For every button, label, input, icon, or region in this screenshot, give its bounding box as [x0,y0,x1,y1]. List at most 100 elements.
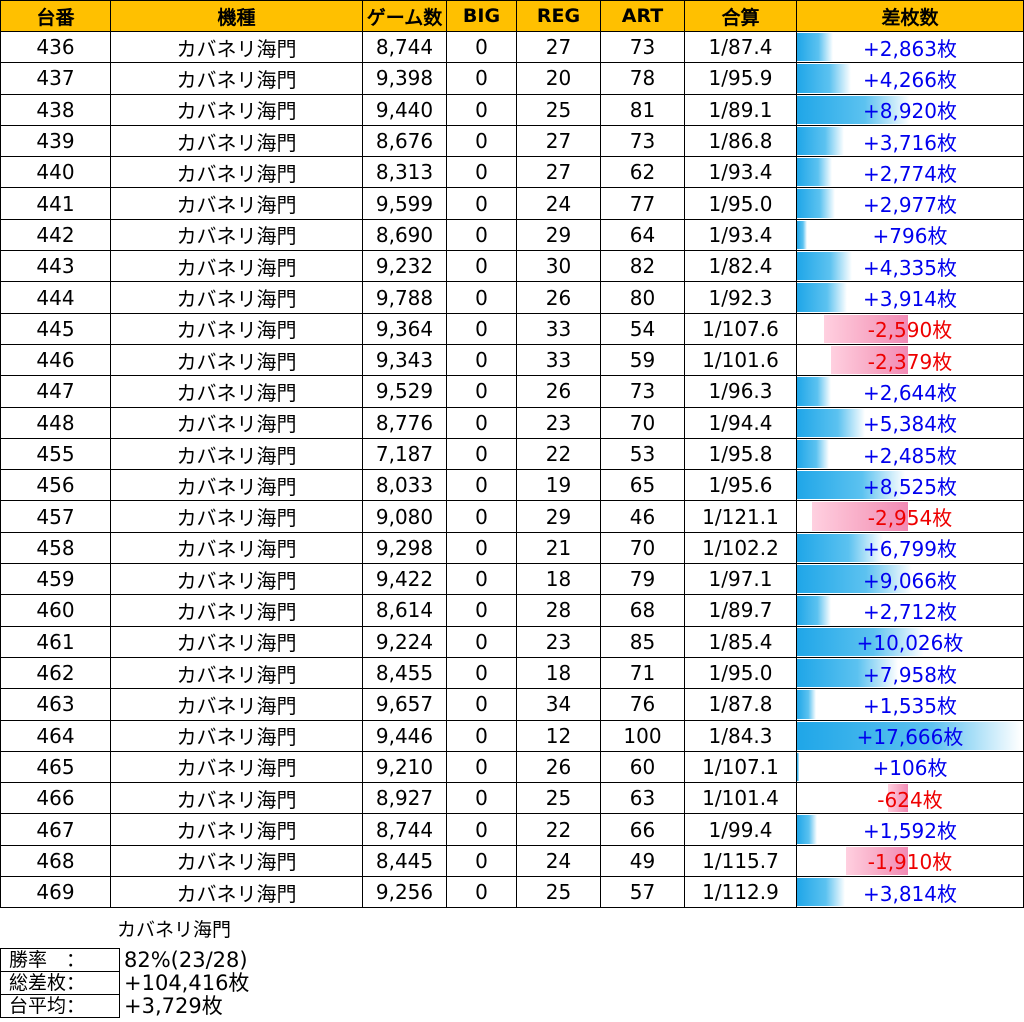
header-row: 台番 機種 ゲーム数 BIG REG ART 合算 差枚数 [0,0,1024,32]
table-row: 442 カバネリ海門 8,690 0 29 64 1/93.4 +796枚 [0,218,1024,252]
summary-value: +104,416枚 [124,971,250,995]
cell-reg: 26 [516,281,601,314]
cell-reg: 22 [516,813,601,846]
difference-value: +8,525枚 [862,474,957,499]
cell-games: 8,690 [362,218,447,252]
cell-combined: 1/85.4 [684,625,797,658]
cell-machine-number: 446 [0,343,111,377]
cell-combined: 1/95.0 [684,656,797,690]
table-row: 466 カバネリ海門 8,927 0 25 63 1/101.4 -624枚 [0,782,1024,815]
cell-art: 62 [600,156,685,189]
cell-reg: 18 [516,563,601,596]
positive-difference-bar [797,189,835,218]
cell-difference: +2,774枚 [796,156,1024,189]
cell-machine-number: 455 [0,437,111,471]
cell-combined: 1/94.4 [684,406,797,439]
cell-machine-number: 464 [0,719,111,752]
positive-difference-bar [797,690,817,719]
difference-value: +3,716枚 [862,130,957,155]
cell-difference: +5,384枚 [796,406,1024,439]
cell-art: 80 [600,281,685,314]
cell-games: 9,529 [362,375,447,408]
cell-reg: 24 [516,187,601,220]
header-machine-type: 機種 [110,0,363,32]
cell-machine-type: カバネリ海門 [110,281,363,314]
positive-difference-bar [797,408,866,437]
cell-games: 9,657 [362,688,447,721]
cell-machine-type: カバネリ海門 [110,750,363,784]
header-art: ART [600,0,685,32]
cell-reg: 27 [516,156,601,189]
difference-value: +2,485枚 [862,443,957,468]
difference-value: +8,920枚 [862,99,957,124]
cell-machine-type: カバネリ海門 [110,375,363,408]
cell-art: 78 [600,62,685,95]
positive-difference-bar [797,377,831,406]
cell-machine-type: カバネリ海門 [110,469,363,502]
cell-games: 8,676 [362,124,447,158]
header-difference: 差枚数 [796,0,1024,32]
cell-machine-type: カバネリ海門 [110,876,363,909]
cell-combined: 1/93.4 [684,156,797,189]
cell-difference: -1,910枚 [796,844,1024,878]
positive-difference-bar [797,252,852,281]
cell-difference: +17,666枚 [796,719,1024,752]
table-row: 460 カバネリ海門 8,614 0 28 68 1/89.7 +2,712枚 [0,594,1024,627]
cell-games: 9,422 [362,563,447,596]
cell-difference: +4,335枚 [796,250,1024,283]
table-row: 445 カバネリ海門 9,364 0 33 54 1/107.6 -2,590枚 [0,312,1024,345]
cell-big: 0 [446,281,517,314]
cell-machine-number: 441 [0,187,111,220]
table-row: 437 カバネリ海門 9,398 0 20 78 1/95.9 +4,266枚 [0,62,1024,95]
cell-difference: +2,977枚 [796,187,1024,220]
summary-title: カバネリ海門 [117,919,232,941]
difference-value: +3,814枚 [862,881,957,906]
cell-games: 9,364 [362,312,447,345]
difference-value: -2,379枚 [867,349,953,374]
cell-big: 0 [446,187,517,220]
difference-value: +5,384枚 [862,412,957,437]
cell-machine-number: 437 [0,62,111,95]
cell-art: 82 [600,250,685,283]
table-row: 467 カバネリ海門 8,744 0 22 66 1/99.4 +1,592枚 [0,813,1024,846]
cell-combined: 1/107.6 [684,312,797,345]
cell-machine-number: 438 [0,93,111,126]
positive-difference-bar [797,878,846,907]
cell-art: 73 [600,375,685,408]
cell-machine-type: カバネリ海門 [110,531,363,565]
cell-combined: 1/89.7 [684,594,797,627]
cell-combined: 1/87.4 [684,30,797,64]
difference-value: -624枚 [877,787,943,812]
cell-big: 0 [446,500,517,533]
table-row: 457 カバネリ海門 9,080 0 29 46 1/121.1 -2,954枚 [0,500,1024,533]
cell-big: 0 [446,688,517,721]
cell-reg: 30 [516,250,601,283]
cell-art: 63 [600,782,685,815]
table-row: 456 カバネリ海門 8,033 0 19 65 1/95.6 +8,525枚 [0,469,1024,502]
cell-games: 9,599 [362,187,447,220]
cell-machine-number: 467 [0,813,111,846]
cell-combined: 1/102.2 [684,531,797,565]
table-row: 461 カバネリ海門 9,224 0 23 85 1/85.4 +10,026枚 [0,625,1024,658]
cell-difference: +3,814枚 [796,876,1024,909]
cell-difference: +2,712枚 [796,594,1024,627]
table-row: 455 カバネリ海門 7,187 0 22 53 1/95.8 +2,485枚 [0,437,1024,471]
table-row: 439 カバネリ海門 8,676 0 27 73 1/86.8 +3,716枚 [0,124,1024,158]
cell-combined: 1/97.1 [684,563,797,596]
cell-big: 0 [446,406,517,439]
cell-reg: 33 [516,343,601,377]
cell-art: 76 [600,688,685,721]
cell-games: 8,927 [362,782,447,815]
cell-art: 73 [600,30,685,64]
cell-machine-type: カバネリ海門 [110,500,363,533]
cell-machine-type: カバネリ海門 [110,250,363,283]
cell-art: 54 [600,312,685,345]
cell-difference: +2,863枚 [796,30,1024,64]
cell-art: 71 [600,656,685,690]
summary-label: 勝率 ： [0,948,120,972]
table-row: 446 カバネリ海門 9,343 0 33 59 1/101.6 -2,379枚 [0,343,1024,377]
cell-art: 57 [600,876,685,909]
cell-machine-type: カバネリ海門 [110,813,363,846]
cell-machine-type: カバネリ海門 [110,343,363,377]
cell-combined: 1/92.3 [684,281,797,314]
